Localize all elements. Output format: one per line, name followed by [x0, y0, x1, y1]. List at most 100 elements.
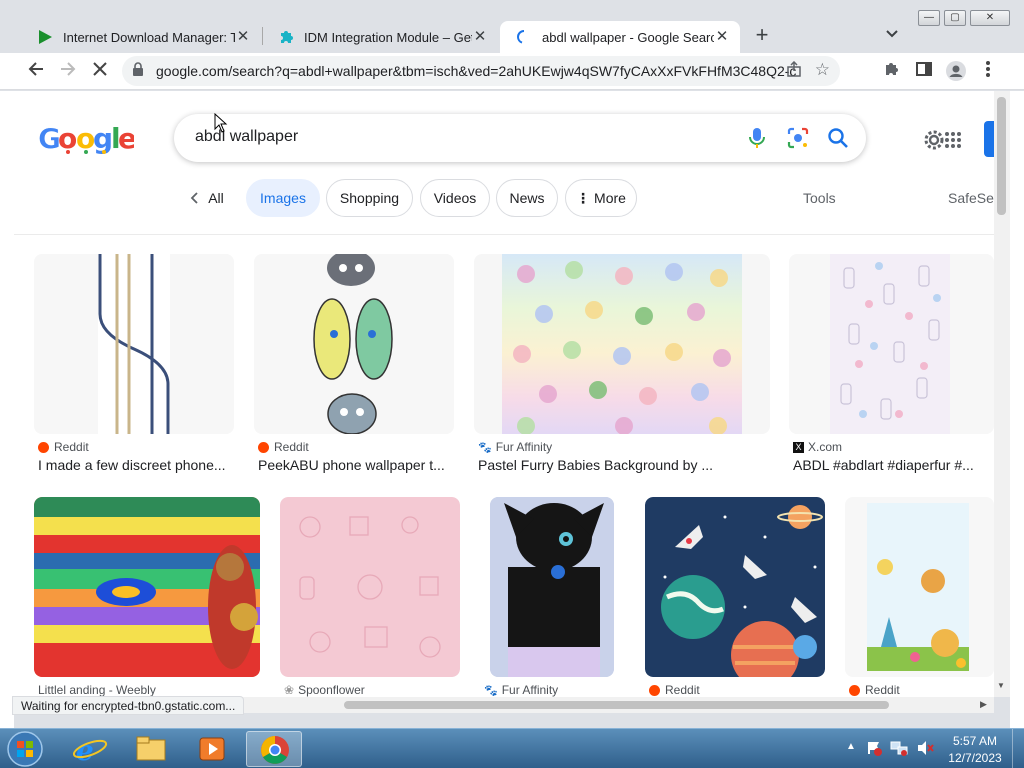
share-icon[interactable] [786, 60, 802, 81]
tab-more-label: More [594, 190, 626, 206]
google-lens-icon[interactable] [786, 126, 810, 150]
tab-close-icon[interactable]: ✕ [714, 29, 730, 45]
reddit-icon [38, 441, 49, 453]
source-label: Reddit [54, 440, 89, 454]
windows-taskbar: e ▲ 5:57 AM 12/7/2023 [0, 728, 1024, 768]
clock-time[interactable]: 5:57 AM [946, 734, 1004, 748]
svg-text:g: g [93, 122, 112, 155]
tab-close-icon[interactable]: ✕ [235, 29, 251, 45]
reddit-icon [649, 684, 660, 696]
tab-title: abdl wallpaper - Google Search [542, 29, 714, 45]
maximize-button[interactable]: ▢ [944, 10, 966, 26]
result-source: Reddit [258, 440, 309, 454]
furaffinity-paw-icon: 🐾 [484, 684, 498, 697]
scroll-down-arrow-icon[interactable]: ▼ [997, 681, 1005, 690]
vertical-scrollbar-thumb[interactable] [997, 97, 1006, 215]
result-thumbnail[interactable] [254, 254, 454, 434]
google-doodle-logo[interactable]: G o o g l e [38, 121, 137, 163]
lock-icon[interactable] [132, 62, 144, 79]
bookmark-star-icon[interactable]: ☆ [815, 60, 830, 80]
tab-shopping[interactable]: Shopping [326, 179, 413, 217]
profile-avatar-icon[interactable] [944, 60, 968, 84]
tab-close-icon[interactable]: ✕ [472, 29, 488, 45]
close-button[interactable]: ✕ [970, 10, 1010, 26]
result-thumbnail[interactable] [474, 254, 770, 434]
page-right-margin [1010, 91, 1024, 728]
chrome-taskbar-icon[interactable] [246, 731, 302, 767]
image-result[interactable] [280, 497, 460, 677]
show-desktop-button[interactable] [1012, 729, 1024, 768]
start-button[interactable] [5, 730, 45, 768]
scroll-right-arrow-icon[interactable]: ▶ [980, 699, 987, 710]
menu-kebab-icon[interactable] [976, 60, 1000, 84]
result-title[interactable]: Pastel Furry Babies Background by ... [478, 457, 768, 473]
horizontal-scrollbar-thumb[interactable] [344, 701, 889, 709]
result-thumbnail[interactable] [34, 254, 234, 434]
tab-idm-integration[interactable]: IDM Integration Module – Get th ✕ [262, 21, 498, 53]
browser-toolbar: google.com/search?q=abdl+wallpaper&tbm=i… [0, 53, 1024, 90]
minimize-button[interactable]: — [918, 10, 940, 26]
file-explorer-taskbar-icon[interactable] [123, 731, 179, 767]
stop-loading-icon[interactable] [88, 60, 112, 84]
result-thumbnail[interactable] [845, 497, 994, 677]
source-label: Littlel anding - Weebly [38, 683, 156, 697]
tab-search-chevron-icon[interactable] [882, 27, 902, 47]
image-result[interactable] [474, 254, 770, 434]
image-result[interactable] [490, 497, 614, 677]
image-result[interactable] [34, 497, 260, 677]
result-thumbnail[interactable] [280, 497, 460, 677]
tools-button[interactable]: Tools [803, 190, 836, 206]
search-input[interactable]: abdl wallpaper [195, 128, 298, 146]
extensions-puzzle-icon[interactable] [880, 60, 904, 84]
side-panel-icon[interactable] [912, 60, 936, 84]
result-title[interactable]: ABDL #abdlart #diaperfur #... [793, 457, 989, 473]
tray-expand-icon[interactable]: ▲ [846, 741, 856, 752]
reddit-icon [258, 441, 269, 453]
result-title[interactable]: PeekABU phone wallpaper t... [258, 457, 448, 473]
media-player-taskbar-icon[interactable] [184, 731, 240, 767]
source-label: Reddit [274, 440, 309, 454]
internet-explorer-taskbar-icon[interactable]: e [62, 731, 118, 767]
tab-all[interactable]: All [182, 179, 232, 217]
chevron-left-icon [190, 192, 198, 204]
new-tab-icon[interactable]: + [750, 24, 774, 48]
image-result[interactable] [845, 497, 994, 677]
url-text[interactable]: google.com/search?q=abdl+wallpaper&tbm=i… [156, 63, 796, 79]
vertical-scrollbar[interactable]: ▼ [994, 91, 1010, 697]
sign-in-button[interactable] [984, 121, 994, 157]
result-thumbnail[interactable] [789, 254, 994, 434]
tab-idm[interactable]: Internet Download Manager: The ✕ [21, 21, 261, 53]
source-label: Spoonflower [298, 683, 365, 697]
address-bar[interactable]: google.com/search?q=abdl+wallpaper&tbm=i… [122, 56, 840, 86]
clock-date[interactable]: 12/7/2023 [946, 751, 1004, 765]
image-result[interactable] [34, 254, 234, 434]
result-thumbnail[interactable] [490, 497, 614, 677]
result-source: Reddit [649, 683, 700, 697]
volume-muted-icon[interactable] [916, 740, 934, 756]
tab-images[interactable]: Images [246, 179, 320, 217]
google-apps-grid-icon[interactable] [944, 131, 962, 149]
tab-videos[interactable]: Videos [420, 179, 490, 217]
forward-arrow-icon[interactable] [56, 60, 80, 84]
safesearch-button[interactable]: SafeSe [948, 190, 994, 206]
back-arrow-icon[interactable] [24, 60, 48, 84]
x-icon: X [793, 441, 804, 453]
search-magnifier-icon[interactable] [826, 126, 850, 150]
network-icon[interactable] [890, 740, 908, 756]
result-title[interactable]: I made a few discreet phone... [38, 457, 238, 473]
microphone-icon[interactable] [746, 126, 768, 150]
image-result[interactable] [254, 254, 454, 434]
settings-gear-icon[interactable] [922, 128, 946, 152]
tab-news[interactable]: News [496, 179, 558, 217]
divider [14, 234, 994, 235]
image-result[interactable] [789, 254, 994, 434]
image-result[interactable] [645, 497, 825, 677]
result-thumbnail[interactable] [34, 497, 260, 677]
tab-images-label: Images [260, 190, 306, 206]
tab-google-search[interactable]: abdl wallpaper - Google Search ✕ [500, 21, 740, 53]
search-box[interactable]: abdl wallpaper [174, 114, 866, 162]
window-controls: — ▢ ✕ [914, 10, 1010, 26]
result-thumbnail[interactable] [645, 497, 825, 677]
action-center-flag-icon[interactable] [866, 740, 882, 756]
tab-more[interactable]: ⋮ More [565, 179, 637, 217]
